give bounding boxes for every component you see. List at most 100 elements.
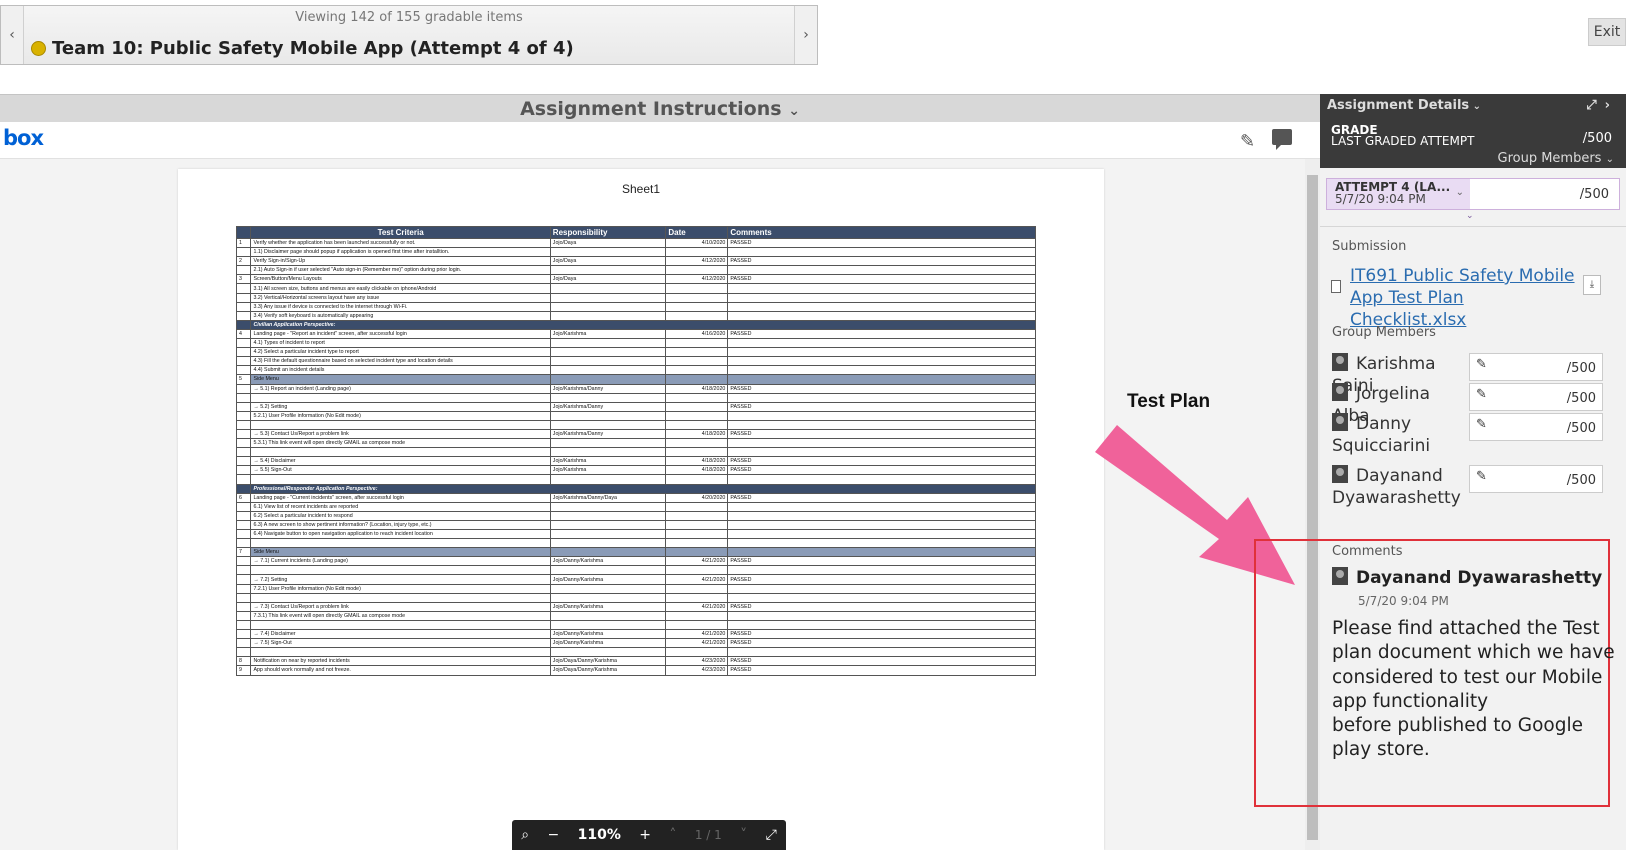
submission-file-link[interactable]: IT691 Public Safety Mobile App Test Plan…: [1350, 265, 1582, 331]
table-cell: Jojo/Danny/Karishma: [549, 638, 667, 649]
member-score-input[interactable]: ✎ /500: [1469, 413, 1603, 441]
table-cell: PASSED: [727, 492, 1036, 503]
table-row: 1 Verify whether the application has been…: [235, 237, 1036, 249]
expand-icon[interactable]: ⤢: [1586, 98, 1604, 113]
table-cell: 4/16/2020: [665, 328, 729, 340]
table-row: 5.3.1) This link event will open directl…: [235, 438, 1036, 449]
table-cell: Professional/Responder Application Persp…: [250, 483, 1036, 494]
table-cell: [665, 583, 729, 594]
zoom-in-button[interactable]: +: [639, 827, 651, 843]
chevron-up-icon[interactable]: ˄: [669, 827, 676, 843]
table-cell: [727, 538, 1036, 549]
pencil-icon[interactable]: ✎: [1476, 469, 1487, 484]
table-cell: [549, 519, 667, 531]
member-score: /500: [1566, 361, 1596, 376]
attempt-select[interactable]: ATTEMPT 4 (LA... 5/7/20 9:04 PM ⌄: [1327, 179, 1470, 209]
table-cell: [727, 519, 1036, 531]
table-row: → 7.1) Current incidents (Landing page) J…: [235, 556, 1036, 567]
table-cell: → 5.1) Report an incident (Landing page): [250, 383, 551, 394]
zoom-out-button[interactable]: −: [547, 827, 559, 843]
table-cell: [727, 610, 1036, 621]
table-cell: Jojo/Daya/Danny/Karishma: [549, 656, 667, 667]
table-cell: [235, 638, 252, 649]
table-cell: Jojo/Karishma: [549, 328, 667, 340]
table-cell: [235, 447, 252, 458]
table-cell: 6.1) View list of recent incidents are r…: [250, 501, 551, 512]
member-score-input[interactable]: ✎ /500: [1469, 383, 1603, 411]
table-cell: [727, 310, 1036, 321]
table-cell: Screen/Button/Menu Layouts: [250, 274, 551, 285]
chevron-down-icon[interactable]: ˅: [740, 827, 747, 843]
table-cell: Verify Sign-in/Sign-Up: [250, 256, 551, 267]
table-cell: [235, 438, 252, 449]
comment-text-line: Please find attached the Test plan docum…: [1332, 618, 1615, 712]
table-row: 2.1) Auto Sign-in if user selected "Auto…: [235, 265, 1036, 276]
avatar: [1332, 413, 1348, 431]
table-cell: PASSED: [727, 428, 1036, 440]
table-cell: [235, 247, 252, 258]
pencil-icon[interactable]: ✎: [1476, 387, 1487, 402]
table-cell: Notification on near by reported inciden…: [250, 656, 551, 667]
next-item-button[interactable]: ›: [794, 6, 817, 64]
table-cell: → 7.4) Disclaimer: [250, 629, 551, 640]
group-members-toggle[interactable]: Group Members ⌄: [1498, 151, 1615, 166]
assignment-details-header[interactable]: Assignment Details ⌄ ⤢›: [1320, 94, 1626, 118]
assignment-instructions-toggle[interactable]: Assignment Instructions ⌄: [0, 94, 1320, 123]
table-cell: [549, 501, 667, 512]
table-row: 6.4) Navigate button to open navigation …: [235, 528, 1036, 540]
search-icon[interactable]: ⌕: [521, 827, 529, 843]
table-cell: PASSED: [727, 456, 1036, 467]
download-icon[interactable]: ⤓: [1583, 275, 1601, 295]
table-cell: [235, 428, 252, 440]
expand-attempt-icon[interactable]: ⌄: [1466, 211, 1474, 221]
chevron-right-icon[interactable]: ›: [1605, 98, 1618, 113]
member-score-input[interactable]: ✎ /500: [1469, 353, 1603, 381]
table-cell: [727, 592, 1036, 603]
table-cell: [549, 419, 667, 430]
table-cell: → 7.2) Setting: [250, 574, 551, 585]
table-cell: [727, 565, 1036, 576]
comment-icon[interactable]: [1272, 129, 1292, 150]
attempt-score-input[interactable]: /500: [1580, 187, 1609, 202]
table-cell: [250, 392, 551, 403]
table-row: 1.1) Disclaimer page should popup if app…: [235, 247, 1036, 258]
table-cell: Jojo/Danny/Karishma: [549, 574, 667, 585]
table-cell: [727, 283, 1036, 294]
exit-button[interactable]: Exit: [1588, 18, 1626, 46]
table-cell: [549, 374, 667, 385]
table-cell: 1: [235, 237, 252, 249]
pencil-icon[interactable]: ✎: [1476, 417, 1487, 432]
table-cell: [235, 392, 252, 403]
table-cell: [727, 392, 1036, 403]
table-cell: [235, 619, 252, 631]
table-cell: [727, 447, 1036, 458]
table-cell: → 5.2) Setting: [250, 401, 551, 412]
item-title: Team 10: Public Safety Mobile App (Attem…: [31, 38, 574, 59]
table-row: 2 Verify Sign-in/Sign-Up Jojo/Daya 4/12/202…: [235, 256, 1036, 267]
table-cell: [727, 438, 1036, 449]
table-cell: [727, 528, 1036, 540]
table-cell: Jojo/Danny/Karishma: [549, 556, 667, 567]
table-cell: 4/23/2020: [665, 665, 729, 676]
table-row: 3.4) Verify soft keyboard is automatical…: [235, 310, 1036, 321]
pencil-icon[interactable]: ✎: [1240, 131, 1255, 152]
table-cell: 3.3) Any issue if device is connected to…: [250, 301, 551, 312]
table-row: → 7.2) Setting Jojo/Danny/Karishma 4/21/20…: [235, 574, 1036, 585]
sheet-title: Sheet1: [621, 182, 661, 196]
table-row: 6 Landing page - "Current incidents" scre…: [235, 492, 1036, 503]
table-cell: [235, 301, 252, 312]
item-title-text: Team 10: Public Safety Mobile App (Attem…: [52, 38, 574, 59]
member-score-input[interactable]: ✎ /500: [1469, 465, 1603, 493]
table-cell: 5: [235, 374, 252, 385]
table-row: → 5.5) Sign-Out Jojo/Karishma 4/18/2020 PAS…: [235, 465, 1036, 476]
table-header-row: Test Criteria Responsibility Date Commen…: [235, 226, 1036, 239]
group-members-label: Group Members: [1332, 325, 1436, 340]
pencil-icon[interactable]: ✎: [1476, 357, 1487, 372]
table-cell: [727, 583, 1036, 594]
table-cell: 4/21/2020: [665, 574, 729, 585]
table-cell: 6.4) Navigate button to open navigation …: [250, 528, 551, 540]
table-row: 3.3) Any issue if device is connected to…: [235, 301, 1036, 312]
attempt-date: 5/7/20 9:04 PM: [1335, 192, 1426, 206]
fullscreen-icon[interactable]: ⤢: [766, 827, 777, 843]
instructions-label: Assignment Instructions: [520, 98, 782, 120]
